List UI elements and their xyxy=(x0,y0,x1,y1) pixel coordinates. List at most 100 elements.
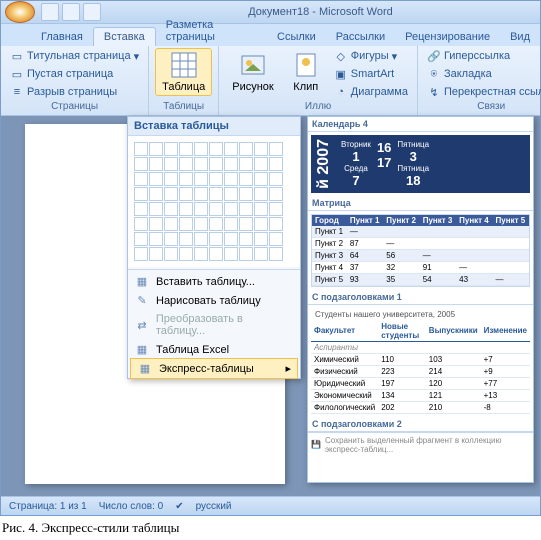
status-words[interactable]: Число слов: 0 xyxy=(99,501,163,512)
grid-cell[interactable] xyxy=(254,142,268,156)
grid-cell[interactable] xyxy=(179,247,193,261)
grid-cell[interactable] xyxy=(224,217,238,231)
grid-cell[interactable] xyxy=(164,247,178,261)
grid-cell[interactable] xyxy=(134,247,148,261)
grid-cell[interactable] xyxy=(239,232,253,246)
grid-cell[interactable] xyxy=(194,157,208,171)
grid-cell[interactable] xyxy=(179,217,193,231)
grid-cell[interactable] xyxy=(239,172,253,186)
grid-cell[interactable] xyxy=(254,157,268,171)
grid-cell[interactable] xyxy=(149,157,163,171)
grid-cell[interactable] xyxy=(179,172,193,186)
grid-cell[interactable] xyxy=(134,142,148,156)
grid-cell[interactable] xyxy=(134,217,148,231)
grid-cell[interactable] xyxy=(164,142,178,156)
page-break-button[interactable]: ≡Разрыв страницы xyxy=(7,84,142,100)
tab-home[interactable]: Главная xyxy=(31,28,93,46)
grid-cell[interactable] xyxy=(194,232,208,246)
grid-cell[interactable] xyxy=(209,202,223,216)
grid-cell[interactable] xyxy=(194,217,208,231)
bookmark-button[interactable]: ⍟Закладка xyxy=(424,66,541,82)
grid-cell[interactable] xyxy=(254,172,268,186)
title-page-button[interactable]: ▭Титульная страница▾ xyxy=(7,48,142,64)
grid-cell[interactable] xyxy=(239,202,253,216)
grid-cell[interactable] xyxy=(164,172,178,186)
draw-table-item[interactable]: ✎Нарисовать таблицу xyxy=(128,291,300,310)
table-size-grid[interactable] xyxy=(128,136,300,267)
grid-cell[interactable] xyxy=(164,217,178,231)
grid-cell[interactable] xyxy=(269,247,283,261)
grid-cell[interactable] xyxy=(209,157,223,171)
grid-cell[interactable] xyxy=(134,187,148,201)
grid-cell[interactable] xyxy=(194,202,208,216)
sub1-preview[interactable]: Студенты нашего университета, 2005 Факул… xyxy=(311,308,530,414)
tab-insert[interactable]: Вставка xyxy=(93,27,156,46)
status-spell-icon[interactable]: ✔ xyxy=(175,501,183,512)
grid-cell[interactable] xyxy=(239,187,253,201)
grid-cell[interactable] xyxy=(269,202,283,216)
grid-cell[interactable] xyxy=(149,232,163,246)
grid-cell[interactable] xyxy=(224,232,238,246)
grid-cell[interactable] xyxy=(194,247,208,261)
grid-cell[interactable] xyxy=(209,187,223,201)
grid-cell[interactable] xyxy=(134,157,148,171)
grid-cell[interactable] xyxy=(254,187,268,201)
grid-cell[interactable] xyxy=(254,217,268,231)
grid-cell[interactable] xyxy=(239,142,253,156)
grid-cell[interactable] xyxy=(164,187,178,201)
clip-button[interactable]: Клип xyxy=(285,48,327,100)
grid-cell[interactable] xyxy=(179,142,193,156)
grid-cell[interactable] xyxy=(224,202,238,216)
insert-table-item[interactable]: ▦Вставить таблицу... xyxy=(128,272,300,291)
grid-cell[interactable] xyxy=(209,232,223,246)
blank-page-button[interactable]: ▭Пустая страница xyxy=(7,66,142,82)
grid-cell[interactable] xyxy=(179,187,193,201)
grid-cell[interactable] xyxy=(179,202,193,216)
chart-button[interactable]: ◔Диаграмма xyxy=(331,84,411,100)
gallery-footer[interactable]: 💾Сохранить выделенный фрагмент в коллекц… xyxy=(308,432,533,457)
grid-cell[interactable] xyxy=(224,187,238,201)
quick-tables-item[interactable]: ▦Экспресс-таблицы▸ xyxy=(130,358,298,379)
grid-cell[interactable] xyxy=(209,142,223,156)
grid-cell[interactable] xyxy=(134,202,148,216)
excel-table-item[interactable]: ▦Таблица Excel xyxy=(128,340,300,359)
grid-cell[interactable] xyxy=(209,172,223,186)
grid-cell[interactable] xyxy=(224,157,238,171)
tab-mailings[interactable]: Рассылки xyxy=(326,28,395,46)
grid-cell[interactable] xyxy=(254,247,268,261)
grid-cell[interactable] xyxy=(149,247,163,261)
status-lang[interactable]: русский xyxy=(196,501,232,512)
grid-cell[interactable] xyxy=(254,202,268,216)
grid-cell[interactable] xyxy=(149,142,163,156)
save-icon[interactable] xyxy=(41,3,59,21)
grid-cell[interactable] xyxy=(269,157,283,171)
grid-cell[interactable] xyxy=(164,202,178,216)
grid-cell[interactable] xyxy=(164,157,178,171)
undo-icon[interactable] xyxy=(62,3,80,21)
status-page[interactable]: Страница: 1 из 1 xyxy=(9,501,87,512)
grid-cell[interactable] xyxy=(269,142,283,156)
grid-cell[interactable] xyxy=(149,217,163,231)
grid-cell[interactable] xyxy=(179,232,193,246)
grid-cell[interactable] xyxy=(194,142,208,156)
grid-cell[interactable] xyxy=(224,142,238,156)
grid-cell[interactable] xyxy=(224,172,238,186)
grid-cell[interactable] xyxy=(224,247,238,261)
grid-cell[interactable] xyxy=(149,172,163,186)
grid-cell[interactable] xyxy=(269,172,283,186)
grid-cell[interactable] xyxy=(179,157,193,171)
grid-cell[interactable] xyxy=(254,232,268,246)
redo-icon[interactable] xyxy=(83,3,101,21)
grid-cell[interactable] xyxy=(194,172,208,186)
shapes-button[interactable]: ◇Фигуры▾ xyxy=(331,48,411,64)
grid-cell[interactable] xyxy=(149,202,163,216)
tab-layout[interactable]: Разметка страницы xyxy=(156,16,267,46)
table-button[interactable]: Таблица xyxy=(155,48,212,96)
grid-cell[interactable] xyxy=(134,232,148,246)
tab-review[interactable]: Рецензирование xyxy=(395,28,500,46)
grid-cell[interactable] xyxy=(239,217,253,231)
picture-button[interactable]: Рисунок xyxy=(225,48,281,100)
grid-cell[interactable] xyxy=(239,247,253,261)
grid-cell[interactable] xyxy=(269,187,283,201)
tab-view[interactable]: Вид xyxy=(500,28,540,46)
